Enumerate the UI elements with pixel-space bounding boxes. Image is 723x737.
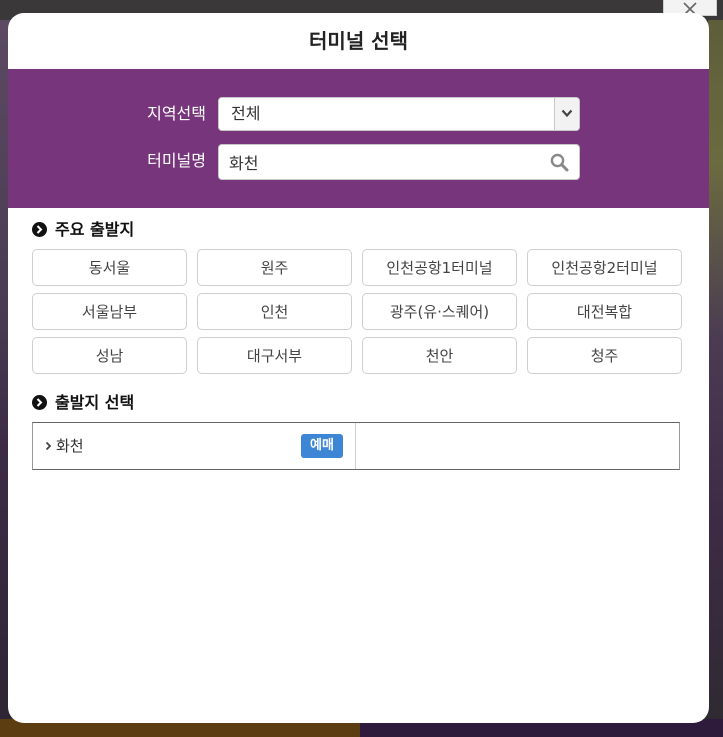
background-right xyxy=(708,20,723,737)
terminal-select-modal: 터미널 선택 지역선택 전체 터미널명 화천 주요 출발지 동서울 원주 인천공… xyxy=(8,13,709,723)
departure-button[interactable]: 대전복합 xyxy=(527,293,682,330)
departure-button[interactable]: 서울남부 xyxy=(32,293,187,330)
region-select[interactable]: 전체 xyxy=(218,97,580,131)
modal-title: 터미널 선택 xyxy=(309,29,408,53)
result-item-hwacheon[interactable]: 화천 예매 xyxy=(33,423,355,469)
terminal-label: 터미널명 xyxy=(147,151,206,170)
result-empty-cell xyxy=(355,423,678,469)
major-departures-heading: 주요 출발지 xyxy=(32,220,134,240)
departure-select-title: 출발지 선택 xyxy=(55,393,135,412)
arrow-circle-icon xyxy=(32,222,47,237)
terminal-row: 터미널명 xyxy=(8,144,709,180)
departure-results-table: 화천 예매 xyxy=(32,422,680,470)
chevron-down-icon xyxy=(561,109,573,118)
region-select-value: 전체 xyxy=(231,104,261,123)
departure-button[interactable]: 인천공항1터미널 xyxy=(362,249,517,286)
departure-button[interactable]: 인천 xyxy=(197,293,352,330)
region-row: 지역선택 전체 xyxy=(8,97,709,133)
departure-button[interactable]: 인천공항2터미널 xyxy=(527,249,682,286)
departure-button[interactable]: 청주 xyxy=(527,337,682,374)
departure-button[interactable]: 광주(유·스퀘어) xyxy=(362,293,517,330)
departure-button[interactable]: 동서울 xyxy=(32,249,187,286)
result-item-label: 화천 xyxy=(56,437,84,455)
terminal-search-field[interactable] xyxy=(218,144,580,180)
departure-button[interactable]: 원주 xyxy=(197,249,352,286)
reservation-badge: 예매 xyxy=(301,434,343,458)
major-departures-grid: 동서울 원주 인천공항1터미널 인천공항2터미널 서울남부 인천 광주(유·스퀘… xyxy=(32,249,692,374)
major-departures-title: 주요 출발지 xyxy=(55,220,135,239)
departure-select-heading: 출발지 선택 xyxy=(32,393,134,413)
search-panel: 지역선택 전체 터미널명 xyxy=(8,69,709,208)
arrow-circle-icon xyxy=(32,395,47,410)
result-item-label-wrap: 화천 xyxy=(45,423,84,469)
departure-button[interactable]: 천안 xyxy=(362,337,517,374)
chevron-right-icon xyxy=(45,441,52,451)
departure-button[interactable]: 성남 xyxy=(32,337,187,374)
terminal-search-input[interactable] xyxy=(229,145,539,179)
departure-button[interactable]: 대구서부 xyxy=(197,337,352,374)
region-label: 지역선택 xyxy=(147,104,206,123)
search-icon[interactable] xyxy=(550,153,569,172)
select-arrow-button[interactable] xyxy=(554,98,579,130)
